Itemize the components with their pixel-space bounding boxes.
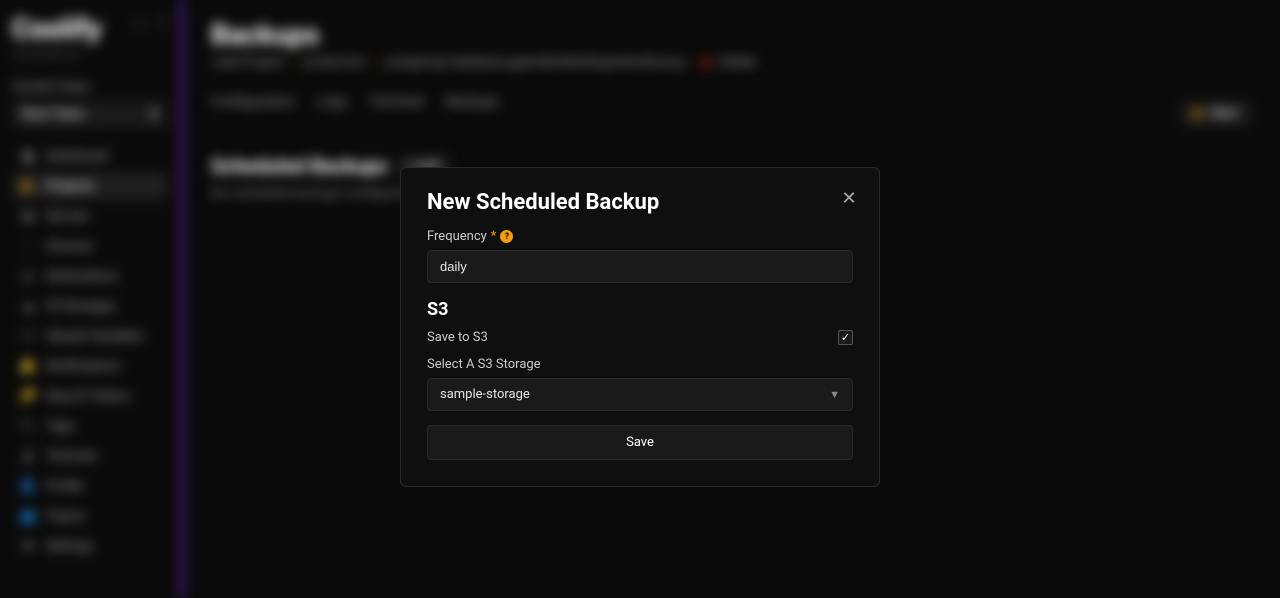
close-icon: ✕	[841, 188, 856, 209]
modal-overlay[interactable]: ✕ New Scheduled Backup Frequency * S3 Sa…	[0, 0, 1280, 598]
storage-selected: sample-storage	[440, 387, 530, 402]
close-button[interactable]: ✕	[837, 186, 861, 210]
select-storage-label: Select A S3 Storage	[427, 357, 853, 372]
info-icon[interactable]	[500, 230, 513, 243]
save-button[interactable]: Save	[427, 425, 853, 460]
save-to-s3-checkbox[interactable]	[838, 330, 853, 345]
s3-heading: S3	[427, 299, 853, 320]
required-marker: *	[491, 229, 497, 244]
new-backup-modal: ✕ New Scheduled Backup Frequency * S3 Sa…	[400, 167, 880, 487]
frequency-label: Frequency *	[427, 229, 853, 244]
storage-select[interactable]: sample-storage ▼	[427, 378, 853, 411]
save-to-s3-label: Save to S3	[427, 330, 488, 345]
modal-title: New Scheduled Backup	[427, 190, 853, 215]
frequency-input[interactable]	[427, 250, 853, 283]
chevron-down-icon: ▼	[829, 388, 840, 401]
